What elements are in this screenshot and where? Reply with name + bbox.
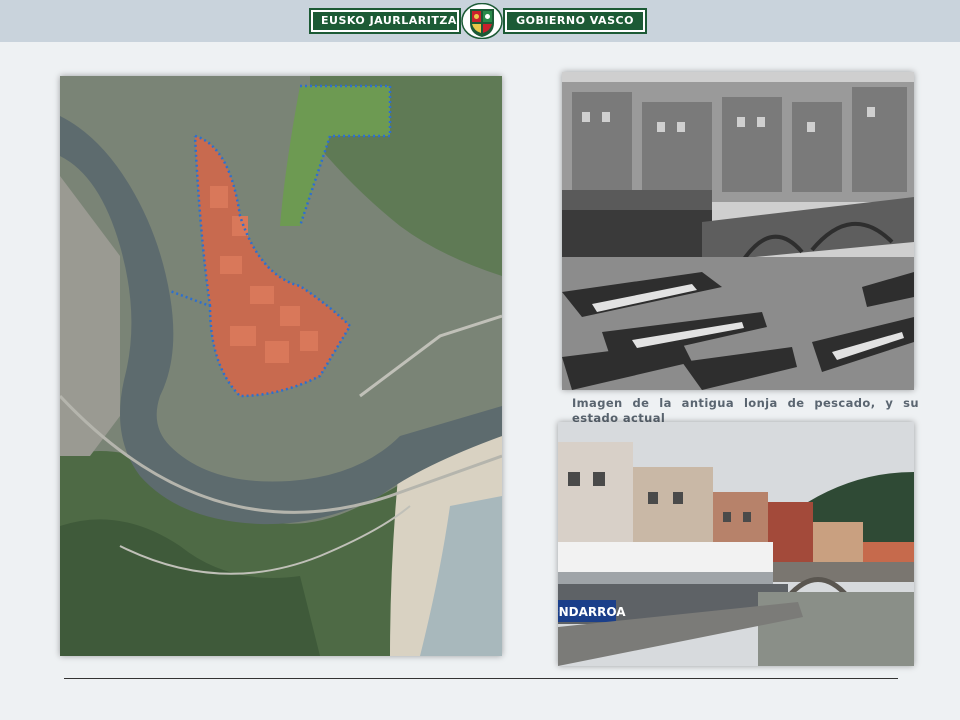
old-fish-market-photo	[562, 72, 914, 390]
aerial-map-graphic	[60, 76, 502, 656]
ondarroa-sign-text: ONDARROA	[558, 605, 626, 619]
logo-right-text: GOBIERNO VASCO	[507, 12, 643, 30]
bottom-divider	[64, 678, 898, 679]
current-fish-market-photo: ONDARROA	[558, 422, 914, 666]
logo-right-box: GOBIERNO VASCO	[503, 8, 647, 34]
header-bar: EUSKO JAURLARITZA GOBIERNO VASCO	[0, 0, 960, 42]
logo-left-text: EUSKO JAURLARITZA	[313, 12, 457, 30]
logo-left-box: EUSKO JAURLARITZA	[309, 8, 461, 34]
aerial-map-photo	[60, 76, 502, 656]
old-photo-graphic	[562, 72, 914, 390]
current-photo-graphic: ONDARROA	[558, 422, 914, 666]
coat-of-arms-icon	[461, 3, 503, 39]
government-logo: EUSKO JAURLARITZA GOBIERNO VASCO	[309, 3, 647, 39]
